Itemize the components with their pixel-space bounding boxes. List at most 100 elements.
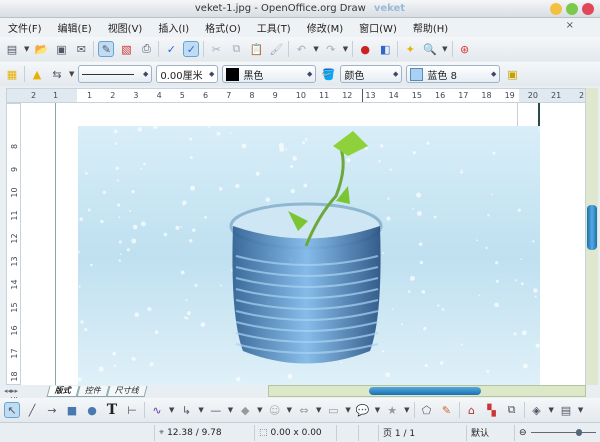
- line-color-select[interactable]: 黑色 ◆: [222, 65, 317, 83]
- ruler-tick-label: 20: [527, 91, 538, 100]
- horizontal-ruler[interactable]: 2 1 1 2 3 4 5 6 7 8 9 10 11 12 13 14 15 16 17 18 19 20 21 2: [6, 88, 586, 103]
- vertical-ruler[interactable]: 8910111213141516171819: [6, 103, 21, 405]
- styles-icon[interactable]: ▦: [4, 66, 20, 82]
- rotate-icon[interactable]: ◈: [529, 402, 545, 418]
- callouts-icon[interactable]: 💬: [355, 402, 371, 418]
- menu-file[interactable]: 文件(F): [8, 20, 42, 35]
- area-style-select[interactable]: 颜色 ◆: [340, 65, 403, 83]
- menu-bar: 文件(F) 编辑(E) 视图(V) 插入(I) 格式(O) 工具(T) 修改(M…: [0, 18, 600, 37]
- zoom-slider[interactable]: ⊖: [515, 425, 600, 441]
- redo-icon[interactable]: ↷: [323, 41, 339, 57]
- arrow-line-icon[interactable]: →: [44, 402, 60, 418]
- brand-label: veket: [373, 3, 406, 14]
- ruler-tick-label: 2: [579, 91, 585, 100]
- print-icon[interactable]: ⎙: [138, 41, 154, 57]
- menu-tools[interactable]: 工具(T): [257, 20, 291, 35]
- new-icon[interactable]: ▤: [4, 41, 20, 57]
- ruler-tick-label: 13: [10, 256, 19, 267]
- gallery-icon[interactable]: ✦: [402, 41, 418, 57]
- status-bar: ⌖ 12.38 / 9.78 ⬚ 0.00 x 0.00 页 1 / 1 默认 ⊖: [0, 422, 600, 442]
- copy-icon[interactable]: ⧉: [228, 41, 244, 57]
- horizontal-scrollbar[interactable]: [268, 385, 586, 397]
- veket-photo[interactable]: [78, 126, 540, 385]
- ruler-tick-label: 13: [365, 91, 376, 100]
- close-document-button[interactable]: ×: [566, 20, 574, 31]
- line-color-swatch: [226, 67, 240, 81]
- glue-points-icon[interactable]: ✎: [439, 402, 455, 418]
- ruler-tick-label: 1: [87, 91, 93, 100]
- ruler-tick-label: 7: [226, 91, 232, 100]
- fontwork-icon[interactable]: ⌂: [464, 402, 480, 418]
- size-readout: ⬚ 0.00 x 0.00: [255, 424, 337, 441]
- ruler-tick-label: 18: [481, 91, 492, 100]
- maximize-button[interactable]: [566, 3, 578, 15]
- area-icon[interactable]: 🪣: [320, 66, 336, 82]
- connector-icon[interactable]: ↳: [178, 402, 194, 418]
- tab-dimension-lines[interactable]: 尺寸线: [106, 385, 148, 397]
- gallery-insert-icon[interactable]: ⧉: [504, 402, 520, 418]
- block-arrows-icon[interactable]: ⇔: [296, 402, 312, 418]
- basic-shapes-icon[interactable]: ◆: [237, 402, 253, 418]
- zoom-icon[interactable]: 🔍: [422, 41, 438, 57]
- flowchart-icon[interactable]: ▭: [325, 402, 341, 418]
- stars-icon[interactable]: ★: [384, 402, 400, 418]
- ruler-tick-label: 17: [10, 348, 19, 359]
- curve-icon[interactable]: ∿: [149, 402, 165, 418]
- text-icon[interactable]: T: [104, 402, 120, 418]
- format-paintbrush-icon[interactable]: 🖌: [268, 41, 284, 57]
- line-tool-icon[interactable]: ╱: [24, 402, 40, 418]
- ruler-tick-label: 9: [272, 91, 278, 100]
- rectangle-icon[interactable]: ■: [64, 402, 80, 418]
- ruler-tick-label: 19: [504, 91, 515, 100]
- menu-insert[interactable]: 插入(I): [158, 20, 189, 35]
- ruler-tick-label: 1: [53, 91, 59, 100]
- line-width-input[interactable]: 0.00厘米 ◆: [156, 65, 219, 83]
- points-icon[interactable]: ⬠: [419, 402, 435, 418]
- arrow-style-icon[interactable]: ⇆: [49, 66, 65, 82]
- symbol-shapes-icon[interactable]: ☺: [267, 402, 283, 418]
- menu-help[interactable]: 帮助(H): [413, 20, 448, 35]
- save-icon[interactable]: ▣: [53, 41, 69, 57]
- ruler-tick-label: 6: [203, 91, 209, 100]
- window-title: veket-1.jpg - OpenOffice.org Draw: [194, 3, 366, 14]
- menu-edit[interactable]: 编辑(E): [58, 20, 92, 35]
- ruler-tick-label: 21: [551, 91, 562, 100]
- drawing-canvas[interactable]: [21, 103, 585, 385]
- minimize-button[interactable]: [550, 3, 562, 15]
- help-icon[interactable]: ⊛: [457, 41, 473, 57]
- autospellcheck-icon[interactable]: ✓: [183, 41, 200, 57]
- email-icon[interactable]: ✉: [73, 41, 89, 57]
- dimension-icon[interactable]: ⊢: [124, 402, 140, 418]
- align-icon[interactable]: ▤: [558, 402, 574, 418]
- close-button[interactable]: [582, 3, 594, 15]
- chart-icon[interactable]: ●: [357, 41, 373, 57]
- drawing-toolbar: ↖ ╱ → ■ ● T ⊢ ∿ ▼ ↳ ▼ — ▼ ◆ ▼ ☺ ▼ ⇔ ▼ ▭ ▼ 💬 ▼ ★ ▼…: [0, 398, 600, 422]
- export-pdf-icon[interactable]: ▧: [118, 41, 134, 57]
- undo-icon[interactable]: ↶: [293, 41, 309, 57]
- ellipse-icon[interactable]: ●: [84, 402, 100, 418]
- select-icon[interactable]: ↖: [4, 402, 20, 418]
- edit-file-icon[interactable]: ✎: [98, 41, 115, 57]
- tab-layout[interactable]: 版式: [46, 385, 80, 397]
- menu-format[interactable]: 格式(O): [205, 20, 241, 35]
- navigator-icon[interactable]: ◧: [377, 41, 393, 57]
- from-file-icon[interactable]: ▚: [484, 402, 500, 418]
- lines-arrows-icon[interactable]: —: [208, 402, 224, 418]
- area-color-select[interactable]: 蓝色 8 ◆: [406, 65, 501, 83]
- vertical-scrollbar[interactable]: [585, 88, 598, 385]
- menu-modify[interactable]: 修改(M): [307, 20, 343, 35]
- cut-icon[interactable]: ✂: [208, 41, 224, 57]
- ruler-tick-label: 14: [388, 91, 399, 100]
- paste-icon[interactable]: 📋: [248, 41, 264, 57]
- ruler-tick-label: 12: [10, 233, 19, 244]
- ruler-tick-label: 15: [10, 302, 19, 313]
- line-style-select[interactable]: ◆: [78, 65, 153, 83]
- new-dropdown[interactable]: ▼: [24, 45, 29, 53]
- tab-controls[interactable]: 控件: [76, 385, 110, 397]
- open-icon[interactable]: 📂: [33, 41, 49, 57]
- menu-view[interactable]: 视图(V): [108, 20, 143, 35]
- shadow-icon[interactable]: ▣: [504, 66, 520, 82]
- menu-window[interactable]: 窗口(W): [359, 20, 397, 35]
- spellcheck-icon[interactable]: ✓: [163, 41, 179, 57]
- line-icon[interactable]: ▲: [29, 66, 45, 82]
